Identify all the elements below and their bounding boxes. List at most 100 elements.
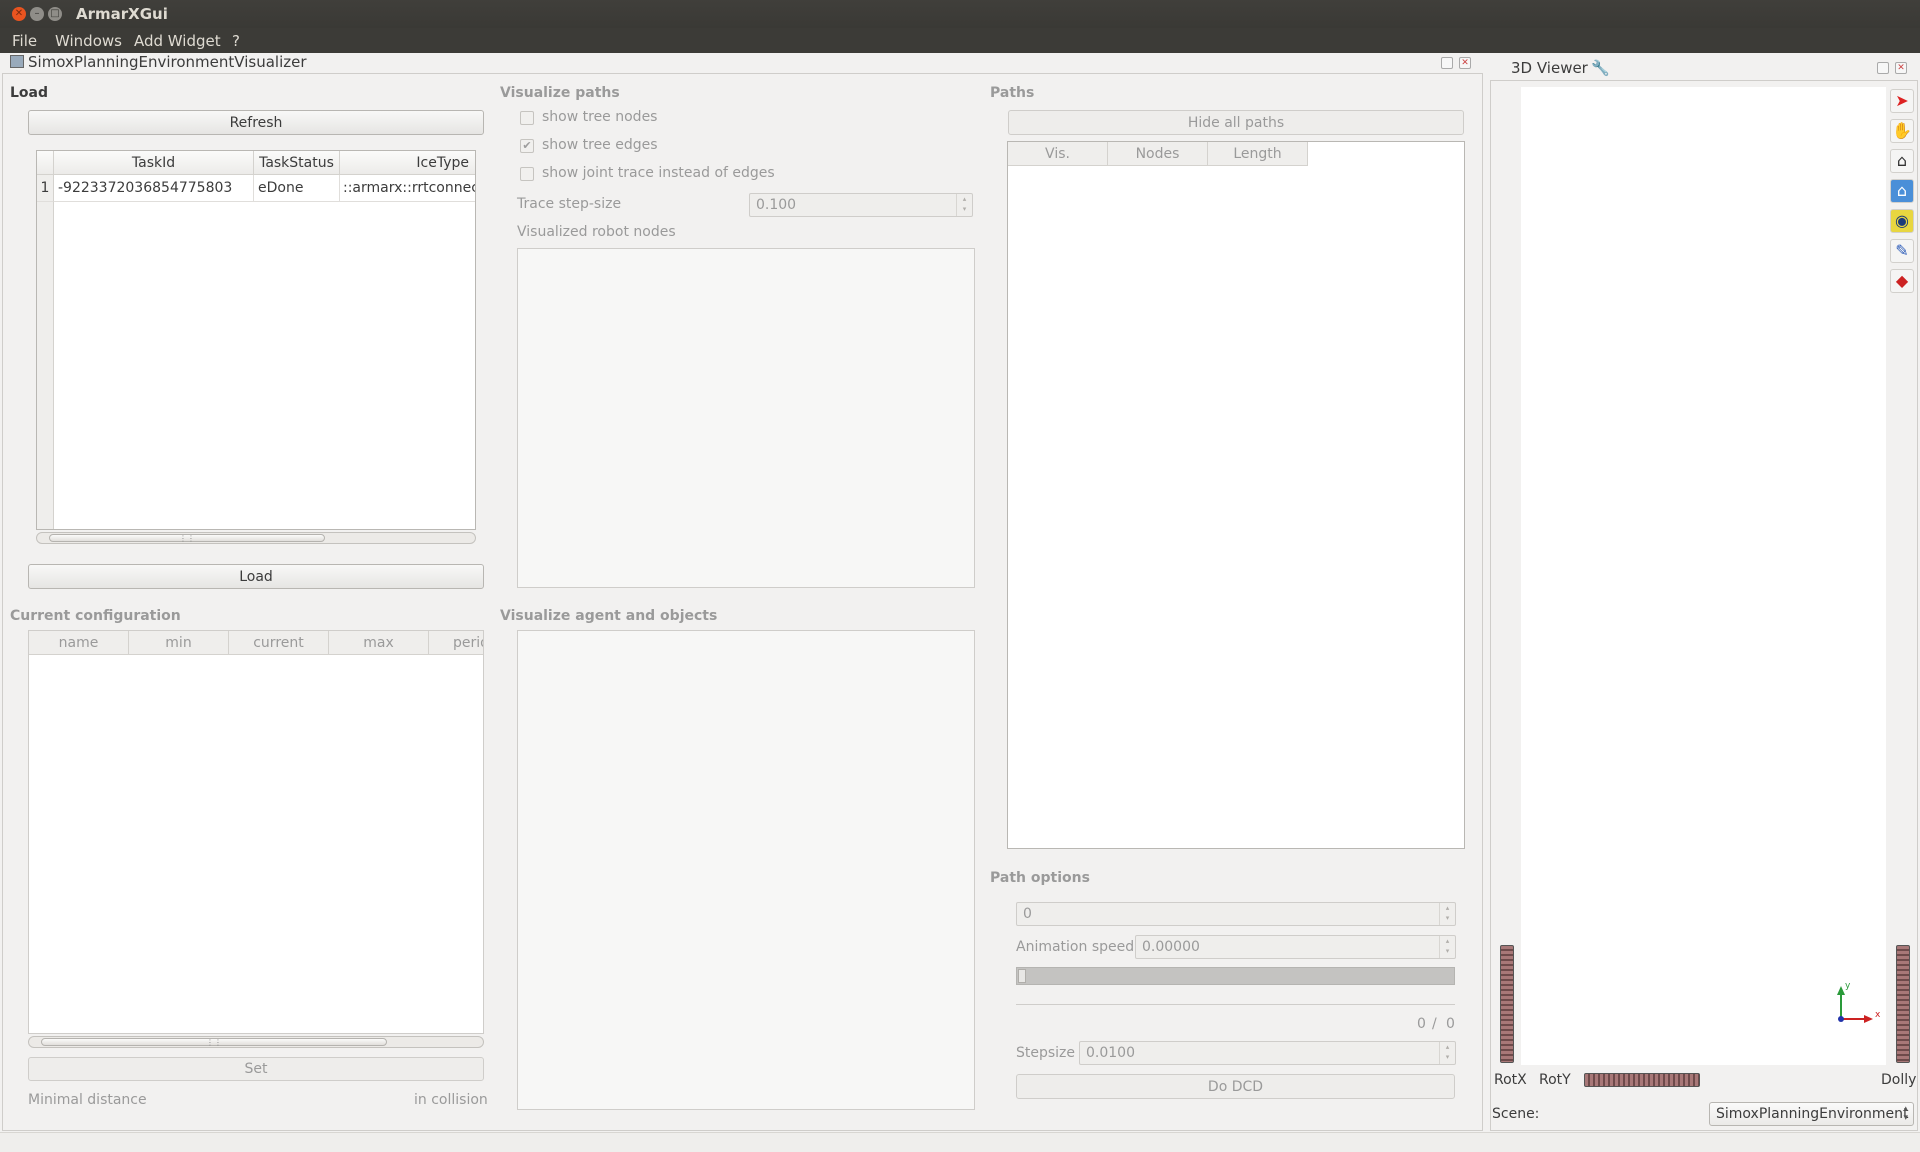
- show-tree-edges-label: show tree edges: [542, 137, 658, 153]
- show-joint-trace-checkbox[interactable]: [520, 167, 534, 181]
- stepsize-label: Stepsize: [1016, 1045, 1076, 1061]
- x-axis-arrow: [1864, 1015, 1873, 1023]
- col-header-period[interactable]: perio: [429, 631, 483, 655]
- row-index: 1: [37, 175, 54, 202]
- path-options-title: Path options: [990, 870, 1090, 886]
- col-header-taskid[interactable]: TaskId: [54, 151, 254, 175]
- seek-icon[interactable]: ✎: [1890, 239, 1914, 263]
- minimize-window-icon[interactable]: –: [30, 7, 44, 21]
- menu-windows[interactable]: Windows: [55, 32, 122, 50]
- paths-table[interactable]: Vis. Nodes Length: [1007, 141, 1465, 849]
- spin-arrows-icon[interactable]: ▴ ▾: [1439, 936, 1455, 958]
- col-header-vis[interactable]: Vis.: [1008, 142, 1108, 166]
- show-joint-trace-label: show joint trace instead of edges: [542, 165, 775, 181]
- spin-arrows-icon[interactable]: ▴ ▾: [956, 194, 972, 216]
- refresh-button[interactable]: Refresh: [28, 110, 484, 135]
- show-tree-nodes-checkbox[interactable]: [520, 111, 534, 125]
- hand-pan-icon[interactable]: ✋: [1890, 119, 1914, 143]
- animation-slider[interactable]: [1016, 967, 1455, 985]
- cell-icetype[interactable]: ::armarx::rrtconnect: [340, 175, 475, 202]
- stepsize-spinbox[interactable]: 0.0100 ▴ ▾: [1079, 1041, 1456, 1065]
- cell-taskid[interactable]: -9223372036854775803: [54, 175, 254, 202]
- col-header-min[interactable]: min: [129, 631, 229, 655]
- float-viewer-icon[interactable]: [1877, 62, 1889, 74]
- hide-all-paths-button[interactable]: Hide all paths: [1008, 110, 1464, 135]
- animation-speed-spinbox[interactable]: 0.00000 ▴ ▾: [1135, 935, 1456, 959]
- col-header-taskstatus[interactable]: TaskStatus: [254, 151, 340, 175]
- float-dock-icon[interactable]: [1441, 57, 1453, 69]
- menu-file[interactable]: File: [12, 32, 37, 50]
- trace-step-size-value: 0.100: [756, 197, 797, 213]
- menu-add-widget[interactable]: Add Widget: [134, 32, 221, 50]
- path-index-spinbox[interactable]: 0 ▴ ▾: [1016, 902, 1456, 926]
- perspective-icon[interactable]: ◆: [1890, 269, 1914, 293]
- set-home-icon[interactable]: ⌂: [1890, 179, 1914, 203]
- col-header-length[interactable]: Length: [1208, 142, 1308, 166]
- col-header-nodes[interactable]: Nodes: [1108, 142, 1208, 166]
- x-axis-label: x: [1875, 1010, 1881, 1020]
- show-tree-nodes-label: show tree nodes: [542, 109, 658, 125]
- show-tree-edges-checkbox[interactable]: ✔: [520, 139, 534, 153]
- rotx-wheel[interactable]: [1500, 945, 1514, 1063]
- menu-help[interactable]: ?: [232, 32, 240, 50]
- 3d-viewport[interactable]: y x: [1521, 87, 1886, 1065]
- spin-arrows-icon[interactable]: ▴ ▾: [1439, 1042, 1455, 1064]
- scroll-thumb[interactable]: ⋮⋮: [41, 1038, 387, 1047]
- progress-current: 0: [1417, 1016, 1426, 1032]
- cell-taskstatus[interactable]: eDone: [254, 175, 340, 202]
- config-table[interactable]: name min current max perio: [28, 630, 484, 1034]
- view-all-icon[interactable]: ◉: [1890, 209, 1914, 233]
- agent-objects-list[interactable]: [517, 630, 975, 1110]
- close-window-icon[interactable]: ✕: [12, 7, 26, 21]
- do-dcd-button[interactable]: Do DCD: [1016, 1074, 1455, 1099]
- axis-gizmo: y x: [1837, 981, 1881, 1023]
- load-button[interactable]: Load: [28, 564, 484, 589]
- window-titlebar: ✕ – □ ArmarXGui: [0, 0, 1920, 28]
- scroll-thumb[interactable]: ⋮⋮: [49, 534, 325, 543]
- y-axis-arrow: [1837, 986, 1845, 995]
- min-distance-label: Minimal distance: [28, 1092, 147, 1108]
- task-table[interactable]: TaskId TaskStatus IceType 1 -92233720368…: [36, 150, 476, 530]
- widget-icon: [10, 55, 24, 68]
- col-header-name[interactable]: name: [29, 631, 129, 655]
- widget-title: SimoxPlanningEnvironmentVisualizer: [28, 53, 307, 71]
- window-title: ArmarXGui: [76, 5, 168, 23]
- z-axis-dot: [1838, 1016, 1844, 1022]
- home-icon[interactable]: ⌂: [1890, 149, 1914, 173]
- task-table-hscrollbar[interactable]: ⋮⋮: [36, 532, 476, 544]
- animation-speed-value: 0.00000: [1142, 939, 1200, 955]
- wrench-icon[interactable]: 🔧: [1591, 59, 1610, 77]
- trace-step-size-spinbox[interactable]: 0.100 ▴ ▾: [749, 193, 973, 217]
- dolly-label: Dolly: [1881, 1072, 1917, 1088]
- visualize-paths-title: Visualize paths: [500, 85, 620, 101]
- col-header-icetype[interactable]: IceType: [340, 151, 475, 175]
- slider-handle[interactable]: [1018, 969, 1026, 983]
- col-header-max[interactable]: max: [329, 631, 429, 655]
- paths-title: Paths: [990, 85, 1035, 101]
- path-index-value: 0: [1023, 906, 1032, 922]
- close-viewer-icon[interactable]: ✕: [1895, 62, 1907, 74]
- visualize-agent-title: Visualize agent and objects: [500, 608, 718, 624]
- config-table-hscrollbar[interactable]: ⋮⋮: [28, 1036, 484, 1048]
- robot-nodes-list[interactable]: [517, 248, 975, 588]
- scene-value: SimoxPlanningEnvironment: [1716, 1106, 1909, 1122]
- select-arrow-icon[interactable]: ➤: [1890, 89, 1914, 113]
- set-button[interactable]: Set: [28, 1057, 484, 1081]
- close-dock-icon[interactable]: ✕: [1459, 57, 1471, 69]
- col-header-current[interactable]: current: [229, 631, 329, 655]
- chevron-updown-icon: ▴ ▾: [1903, 1104, 1908, 1123]
- menu-bar: File Windows Add Widget ?: [0, 28, 1920, 53]
- stepsize-value: 0.0100: [1086, 1045, 1135, 1061]
- y-axis-label: y: [1845, 981, 1851, 991]
- maximize-window-icon[interactable]: □: [48, 7, 62, 21]
- dolly-wheel[interactable]: [1896, 945, 1910, 1063]
- progress-separator: /: [1432, 1016, 1437, 1032]
- current-config-title: Current configuration: [10, 608, 181, 624]
- row-header-column: [37, 175, 54, 529]
- scene-select[interactable]: SimoxPlanningEnvironment ▴ ▾: [1709, 1102, 1914, 1126]
- roty-wheel[interactable]: [1584, 1073, 1700, 1087]
- viewer-title: 3D Viewer: [1511, 59, 1588, 77]
- spin-arrows-icon[interactable]: ▴ ▾: [1439, 903, 1455, 925]
- divider: [1016, 1004, 1455, 1005]
- collision-label: in collision: [414, 1092, 488, 1108]
